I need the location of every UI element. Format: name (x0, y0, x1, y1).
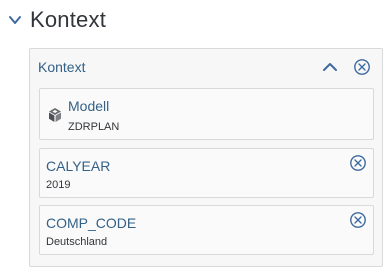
context-view: Kontext Kontext Modell ZDRPLAN CALYEAR 2… (0, 0, 390, 277)
panel-actions (320, 57, 372, 77)
panel-header: Kontext (30, 49, 382, 83)
section-title: Kontext (30, 7, 107, 32)
model-card[interactable]: Modell ZDRPLAN (39, 88, 374, 140)
chevron-down-icon[interactable] (6, 11, 24, 29)
section-header: Kontext (6, 6, 106, 34)
comp-code-title[interactable]: COMP_CODE (46, 215, 136, 231)
model-title[interactable]: Modell (68, 98, 109, 114)
comp-code-card[interactable]: COMP_CODE Deutschland (39, 205, 374, 255)
panel-title: Kontext (38, 59, 86, 75)
context-panel: Kontext Modell ZDRPLAN CALYEAR 2019 COMP… (29, 48, 383, 267)
calyear-value: 2019 (46, 179, 71, 191)
circle-close-icon[interactable] (352, 57, 372, 77)
circle-close-icon[interactable] (348, 210, 368, 230)
calyear-card[interactable]: CALYEAR 2019 (39, 148, 374, 198)
model-value: ZDRPLAN (68, 121, 120, 133)
circle-close-icon[interactable] (348, 153, 368, 173)
chevron-up-icon[interactable] (320, 57, 340, 77)
calyear-title[interactable]: CALYEAR (46, 158, 110, 174)
comp-code-value: Deutschland (46, 236, 108, 248)
cube-icon (47, 107, 63, 123)
